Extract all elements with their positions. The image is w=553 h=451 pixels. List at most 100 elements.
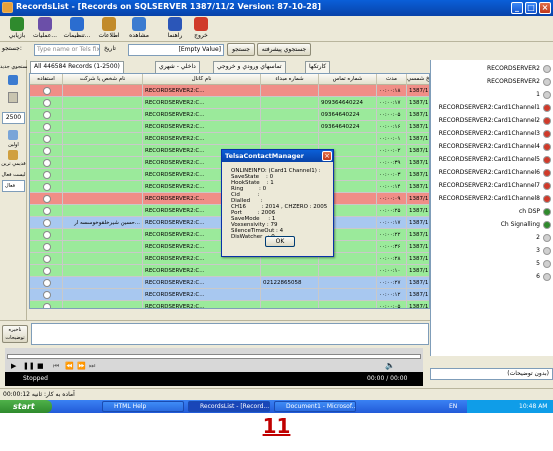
play-icon[interactable]: ▶	[11, 362, 16, 370]
row-radio[interactable]	[43, 87, 51, 95]
table-row[interactable]: RECORDSERVER2:C... ۰۰:۰۰:۱۲1387/11/02	[30, 289, 429, 301]
maximize-button[interactable]: □	[525, 2, 537, 14]
task-html-help[interactable]: HTML Help	[102, 401, 184, 412]
channel-item[interactable]: 6	[431, 270, 553, 283]
row-radio[interactable]	[43, 99, 51, 107]
table-row[interactable]: RECORDSERVER2:C... 02122865058 ۰۰:۰۰:۲۷ 138…	[30, 277, 429, 289]
close-button[interactable]: ×	[539, 2, 551, 14]
search-icon[interactable]	[8, 75, 18, 85]
date-filter-select[interactable]: [Empty Value]	[128, 44, 224, 56]
channel-item[interactable]: RECORDSERVER2:Card1Channel4	[431, 140, 553, 153]
clock[interactable]: 10:48 AM	[519, 400, 547, 413]
table-row[interactable]: RECORDSERVER2:C... ۰۰:۰۰:۱۸1387/11/02	[30, 85, 429, 97]
notes-input[interactable]	[31, 323, 429, 345]
minimize-button[interactable]: _	[511, 2, 523, 14]
tab-all-records[interactable]: All 446584 Records (1-2500)	[30, 61, 124, 73]
column-header[interactable]: مدت	[377, 74, 407, 85]
channel-item[interactable]: RECORDSERVER2:Card1Channel5	[431, 153, 553, 166]
description-field[interactable]: (بدون توضيحات)	[430, 368, 553, 380]
column-header[interactable]: استفاده	[30, 74, 63, 85]
channel-item[interactable]: RECORDSERVER2:Card1Channel8	[431, 192, 553, 205]
search-button[interactable]: جستجو	[227, 43, 255, 56]
channel-item[interactable]: RECORDSERVER2	[431, 75, 553, 88]
channel-status-icon	[543, 260, 551, 268]
title-bar[interactable]: RecordsList - [Records on SQLSERVER 1387…	[0, 0, 553, 16]
channel-item[interactable]: 5	[431, 257, 553, 270]
first-label: اولين	[8, 142, 19, 148]
row-radio[interactable]	[43, 231, 51, 239]
volume-icon[interactable]: 🔈	[385, 361, 395, 370]
row-radio[interactable]	[43, 303, 51, 308]
previous-icon[interactable]: ⏮	[53, 362, 59, 371]
row-radio[interactable]	[43, 279, 51, 287]
row-radio[interactable]	[43, 123, 51, 131]
row-radio[interactable]	[43, 267, 51, 275]
channel-item[interactable]: RECORDSERVER2	[431, 62, 553, 75]
table-row[interactable]: RECORDSERVER2:C... ۰۰:۰۰:۱۰1387/11/02	[30, 265, 429, 277]
table-row[interactable]: RECORDSERVER2:C... 09364640224 ۰۰:۰۰:۱۶ 138…	[30, 121, 429, 133]
table-row[interactable]: RECORDSERVER2:C... 909364640224 ۰۰:۰۰:۱۷ 13…	[30, 97, 429, 109]
channel-item[interactable]: RECORDSERVER2:Card1Channel3	[431, 127, 553, 140]
dialog-title[interactable]: TelsaContactManager	[222, 150, 333, 162]
channel-item[interactable]: RECORDSERVER2:Card1Channel2	[431, 114, 553, 127]
toolbar-view-button[interactable]: مشاهده	[124, 17, 154, 41]
toolbar-operations-button[interactable]: عمليات...	[30, 17, 60, 41]
channel-item[interactable]: RECORDSERVER2:Card1Channel6	[431, 166, 553, 179]
forward-icon[interactable]: ⏩	[77, 362, 86, 370]
channel-item[interactable]: RECORDSERVER2:Card1Channel7	[431, 179, 553, 192]
channel-item[interactable]: 3	[431, 244, 553, 257]
task-document1[interactable]: Document1 - Microsof...	[274, 401, 356, 412]
channel-item[interactable]: ch DSP	[431, 205, 553, 218]
row-radio[interactable]	[43, 135, 51, 143]
dialog-ok-button[interactable]: OK	[265, 236, 295, 247]
row-radio[interactable]	[43, 255, 51, 263]
pause-icon[interactable]: ❚❚	[23, 362, 35, 370]
toolbar-settings-button[interactable]: تنظيمات...	[62, 17, 92, 41]
toolbar-exit-button[interactable]: خروج	[186, 17, 216, 41]
tab-cards[interactable]: كارتكها	[305, 61, 331, 73]
column-header[interactable]: شماره تماس	[319, 74, 377, 85]
tab-internal-city[interactable]: داخلي - شهري	[155, 61, 200, 73]
active-select[interactable]: فعال	[2, 180, 25, 192]
count-input[interactable]: 2500	[2, 112, 25, 124]
table-row[interactable]: RECORDSERVER2:C... 09364640224 ۰۰:۰۰:۰۵ 138…	[30, 109, 429, 121]
column-header[interactable]: نام شخص يا شركت	[63, 74, 143, 85]
row-radio[interactable]	[43, 171, 51, 179]
row-radio[interactable]	[43, 111, 51, 119]
column-header[interactable]: شماره مبداء	[261, 74, 319, 85]
search-input[interactable]: Type name or Tels fixer	[34, 44, 100, 56]
stop-icon[interactable]: ■	[37, 362, 44, 370]
rewind-icon[interactable]: ⏪	[65, 362, 74, 370]
row-radio[interactable]	[43, 291, 51, 299]
row-radio[interactable]	[43, 195, 51, 203]
column-header[interactable]: نام كانال	[143, 74, 261, 85]
channel-item[interactable]: 1	[431, 88, 553, 101]
channel-item[interactable]: Ch Signalling	[431, 218, 553, 231]
delete-icon[interactable]	[8, 92, 18, 103]
row-radio[interactable]	[43, 159, 51, 167]
table-row[interactable]: RECORDSERVER2:C... ۰۰:۰۰:۰۵1387/11/02	[30, 301, 429, 308]
column-header[interactable]: تاريخ شمسي	[407, 74, 429, 85]
language-indicator[interactable]: EN	[449, 400, 457, 413]
channel-item[interactable]: RECORDSERVER2:Card1Channel1	[431, 101, 553, 114]
seek-bar[interactable]	[7, 354, 421, 359]
first-icon[interactable]	[8, 130, 18, 140]
advanced-search-button[interactable]: جستجوي پيشرفته	[257, 43, 311, 56]
new-search-label[interactable]: جستجوي جديد	[0, 64, 27, 70]
row-radio[interactable]	[43, 147, 51, 155]
channel-item[interactable]: 2	[431, 231, 553, 244]
row-radio[interactable]	[43, 183, 51, 191]
task-records-list[interactable]: RecordsList - [Record...	[188, 401, 270, 412]
dialog-close-button[interactable]: ×	[322, 151, 332, 161]
row-radio[interactable]	[43, 243, 51, 251]
save-notes-button[interactable]: ناخيره توضيحات	[2, 325, 28, 343]
table-row[interactable]: RECORDSERVER2:C... ۰۰:۰۰:۰۱1387/11/02	[30, 133, 429, 145]
oldest-icon[interactable]	[8, 150, 18, 160]
toolbar-restore-button[interactable]: بازيابي	[2, 17, 32, 41]
row-radio[interactable]	[43, 219, 51, 227]
next-icon[interactable]: ⏭	[89, 362, 95, 371]
toolbar-info-button[interactable]: اطلاعات	[94, 17, 124, 41]
row-radio[interactable]	[43, 207, 51, 215]
start-button[interactable]: start	[0, 400, 52, 413]
tab-incoming-outgoing[interactable]: تماسهاي ورودي و خروجي	[213, 61, 286, 73]
